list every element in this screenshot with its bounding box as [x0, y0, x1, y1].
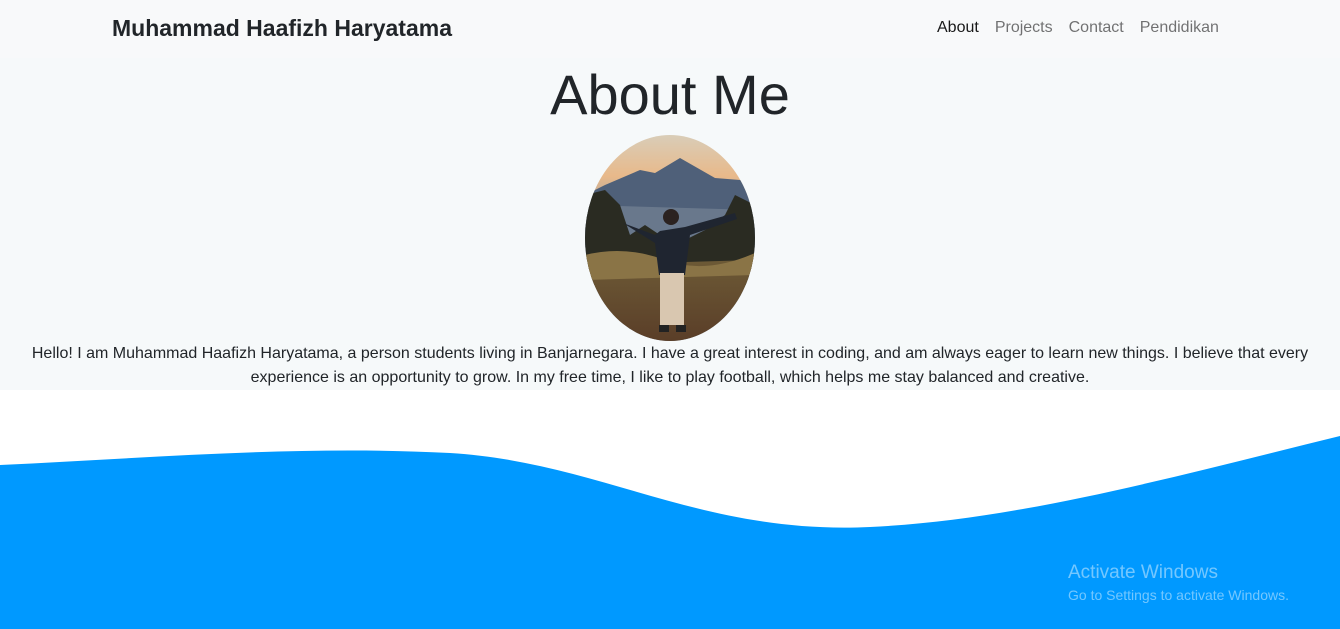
windows-activation-watermark: Activate Windows Go to Settings to activ…	[1068, 562, 1289, 603]
watermark-title: Activate Windows	[1068, 562, 1218, 583]
nav-link-pendidikan[interactable]: Pendidikan	[1140, 19, 1219, 37]
nav-link-projects[interactable]: Projects	[995, 19, 1053, 37]
profile-photo	[585, 135, 755, 341]
nav-link-about[interactable]: About	[937, 19, 979, 37]
nav-link-contact[interactable]: Contact	[1069, 19, 1124, 37]
nav-links: About Projects Contact Pendidikan	[937, 19, 1219, 37]
navbar-brand[interactable]: Muhammad Haafizh Haryatama	[112, 15, 452, 42]
navbar: Muhammad Haafizh Haryatama About Project…	[0, 0, 1340, 58]
bio-text: Hello! I am Muhammad Haafizh Haryatama, …	[31, 345, 1309, 386]
about-section: About Me Hello! I am Muhammad Haafizh Ha…	[0, 58, 1340, 390]
watermark-subtitle: Go to Settings to activate Windows.	[1068, 587, 1289, 603]
page-title: About Me	[550, 63, 790, 126]
